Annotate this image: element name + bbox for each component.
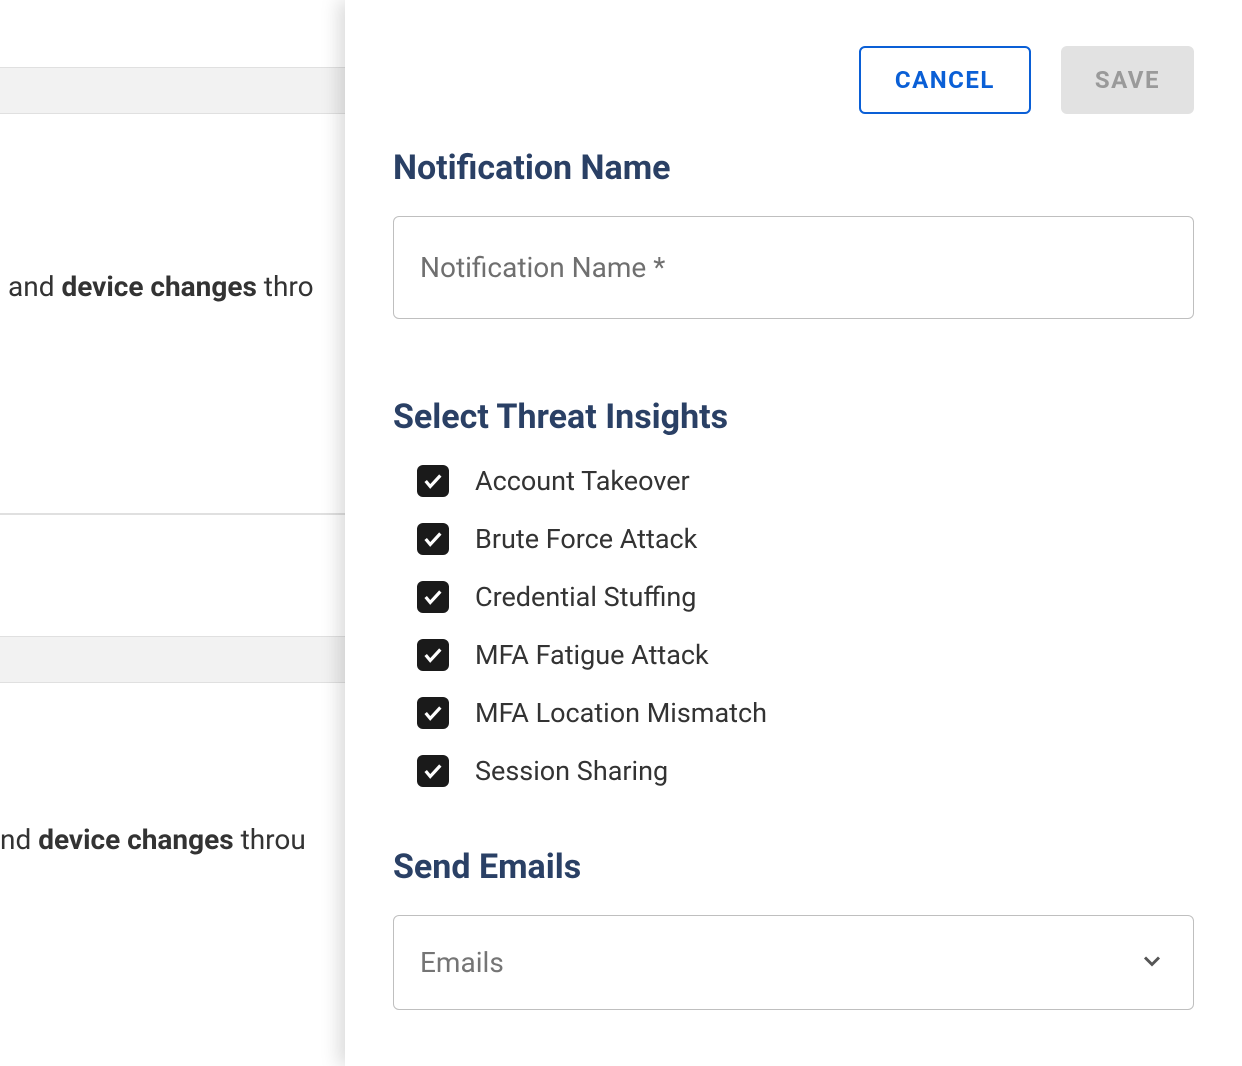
checkmark-icon	[422, 586, 444, 608]
checkmark-icon	[422, 470, 444, 492]
notification-name-input[interactable]	[393, 216, 1194, 319]
checkmark-icon	[422, 702, 444, 724]
bg-text-fragment-2: nd device changes throu	[0, 823, 306, 856]
panel-action-bar: CANCEL SAVE	[393, 46, 1194, 114]
threat-item-brute-force[interactable]: Brute Force Attack	[417, 523, 1194, 555]
threat-item-label: Session Sharing	[475, 755, 668, 787]
checkmark-icon	[422, 644, 444, 666]
threat-item-label: MFA Location Mismatch	[475, 697, 767, 729]
threat-item-mfa-fatigue[interactable]: MFA Fatigue Attack	[417, 639, 1194, 671]
bg-text-2-bold: device changes	[38, 823, 233, 856]
notification-panel: CANCEL SAVE Notification Name Select Thr…	[345, 0, 1242, 1066]
threat-item-label: Credential Stuffing	[475, 581, 696, 613]
checkbox-checked-icon[interactable]	[417, 581, 449, 613]
threat-insights-title: Select Threat Insights	[393, 397, 1194, 437]
checkbox-checked-icon[interactable]	[417, 697, 449, 729]
checkbox-checked-icon[interactable]	[417, 465, 449, 497]
bg-text-2-prefix: nd	[0, 823, 38, 856]
bg-header-bar-2	[0, 636, 345, 683]
notification-name-title: Notification Name	[393, 148, 1194, 188]
bg-divider	[0, 513, 345, 515]
emails-select-wrap	[393, 915, 1194, 1010]
threat-item-label: Account Takeover	[475, 465, 690, 497]
checkbox-checked-icon[interactable]	[417, 755, 449, 787]
checkbox-checked-icon[interactable]	[417, 639, 449, 671]
threat-item-credential-stuffing[interactable]: Credential Stuffing	[417, 581, 1194, 613]
bg-text-fragment-1: and device changes thro	[8, 270, 314, 303]
checkmark-icon	[422, 760, 444, 782]
bg-text-1-prefix: and	[8, 270, 61, 303]
bg-text-1-suffix: thro	[257, 270, 314, 303]
threat-item-session-sharing[interactable]: Session Sharing	[417, 755, 1194, 787]
checkmark-icon	[422, 528, 444, 550]
threat-item-label: Brute Force Attack	[475, 523, 697, 555]
save-button[interactable]: SAVE	[1061, 46, 1194, 114]
bg-text-2-suffix: throu	[234, 823, 306, 856]
bg-header-bar-1	[0, 67, 345, 114]
send-emails-title: Send Emails	[393, 847, 1194, 887]
checkbox-checked-icon[interactable]	[417, 523, 449, 555]
cancel-button[interactable]: CANCEL	[859, 46, 1031, 114]
threat-item-label: MFA Fatigue Attack	[475, 639, 709, 671]
threat-insights-list: Account Takeover Brute Force Attack Cred…	[393, 465, 1194, 787]
threat-item-mfa-location[interactable]: MFA Location Mismatch	[417, 697, 1194, 729]
threat-item-account-takeover[interactable]: Account Takeover	[417, 465, 1194, 497]
emails-select[interactable]	[393, 915, 1194, 1010]
bg-text-1-bold: device changes	[61, 270, 256, 303]
